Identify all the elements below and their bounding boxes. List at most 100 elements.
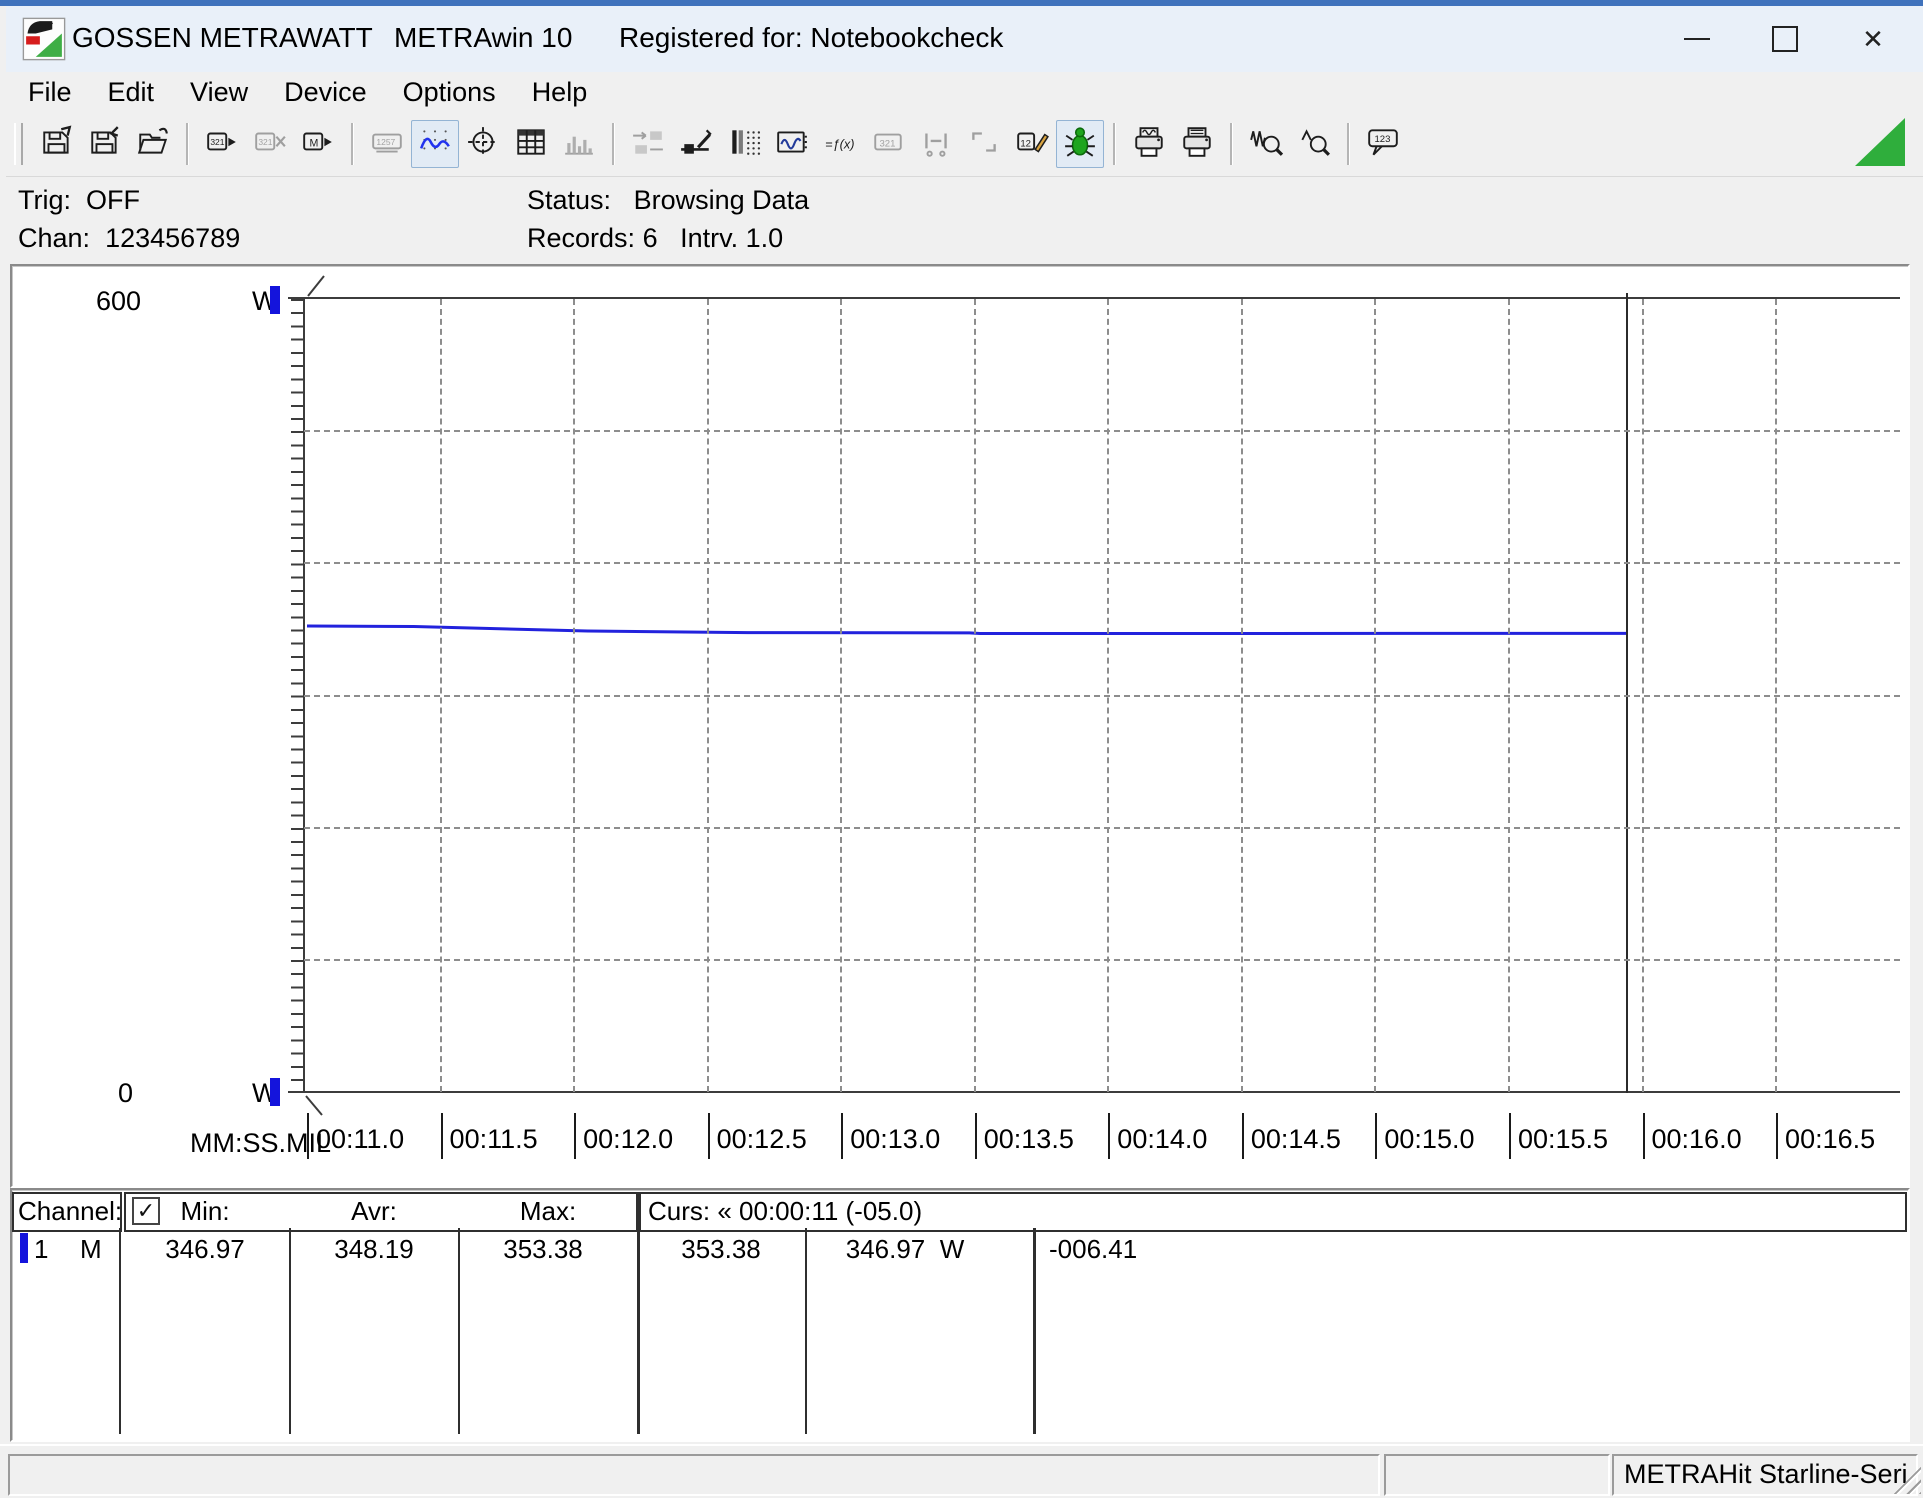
toolbar-gripper[interactable]: [14, 123, 23, 165]
channel-number-cell: 1: [34, 1234, 48, 1265]
device-m-out-icon: M: [301, 125, 335, 164]
debug-bug-icon: [1063, 125, 1097, 164]
toolbar-button-range-1: [912, 120, 960, 168]
toolbar-button-edit-12[interactable]: 12: [1008, 120, 1056, 168]
pan-fit-icon: [631, 125, 665, 164]
close-button[interactable]: ✕: [1829, 6, 1917, 72]
close-icon: ✕: [1862, 24, 1884, 55]
toolbar-button-print-graph[interactable]: [1125, 120, 1173, 168]
table-grid-line-thick: [637, 1228, 640, 1434]
cursor-column-header: Curs: « 00:00:11 (-05.0): [648, 1196, 922, 1227]
x-axis-unit-label: MM:SS.MIL: [190, 1128, 331, 1159]
max-column-header: Max:: [520, 1196, 576, 1227]
status-pane-device: METRAHit Starline-Seri: [1612, 1454, 1918, 1496]
maximize-button[interactable]: [1741, 6, 1829, 72]
cursor-line[interactable]: [1626, 293, 1628, 1093]
horizontal-gridline: [304, 959, 1900, 961]
plot-top-border: [288, 297, 1900, 299]
histogram-icon: [562, 125, 596, 164]
channel-color-bar: [20, 1233, 28, 1263]
toolbar-button-floppy-in[interactable]: [81, 120, 129, 168]
y-min-label: 0: [118, 1078, 133, 1109]
x-tick-mark: [708, 1113, 710, 1159]
device-321-out-icon: 321: [205, 125, 239, 164]
device-name-text: METRAHit Starline-Seri: [1624, 1459, 1908, 1490]
toolbar-button-scope-wave[interactable]: [768, 120, 816, 168]
toolbar-button-pan-fit: [624, 120, 672, 168]
toolbar-button-data-table[interactable]: [507, 120, 555, 168]
app-logo-icon: [22, 17, 66, 61]
checkmark-icon: ✓: [137, 1198, 155, 1224]
status-bar: METRAHit Starline-Seri: [0, 1444, 1923, 1498]
range-1-icon: [919, 125, 953, 164]
status-pane-main: [8, 1454, 1380, 1496]
formula-fx-icon: =ƒ(x): [823, 125, 857, 164]
status-pane-mid: [1384, 1454, 1610, 1496]
toolbar-button-connect-probe[interactable]: [672, 120, 720, 168]
x-tick-label: 00:14.5: [1251, 1124, 1341, 1155]
toolbar-button-histogram: [555, 120, 603, 168]
x-tick-mark: [307, 1113, 309, 1159]
resize-corner-triangle-icon: [1855, 118, 1905, 166]
toolbar-button-formula-fx[interactable]: =ƒ(x): [816, 120, 864, 168]
range-2-icon: [967, 125, 1001, 164]
max-value-cell: 353.38: [503, 1234, 583, 1265]
x-tick-label: 00:12.5: [717, 1124, 807, 1155]
menu-item-device[interactable]: Device: [282, 75, 369, 110]
toolbar: 321321M1257=ƒ(x)32112123: [6, 112, 1923, 177]
toolbar-separator: [1347, 123, 1350, 165]
x-tick-mark: [574, 1113, 576, 1159]
horizontal-gridline: [304, 562, 1900, 564]
menu-item-edit[interactable]: Edit: [106, 75, 157, 110]
toolbar-button-floppy-out[interactable]: [33, 120, 81, 168]
toolbar-button-device-321-out[interactable]: 321: [198, 120, 246, 168]
toolbar-button-device-m-out[interactable]: M: [294, 120, 342, 168]
toolbar-button-zoom-caret[interactable]: [1290, 120, 1338, 168]
chan-label: Chan: 123456789: [18, 223, 240, 254]
toolbar-button-bars-config[interactable]: [720, 120, 768, 168]
chart-crosshair-icon: [466, 125, 500, 164]
x-tick-mark: [1375, 1113, 1377, 1159]
horizontal-gridline: [304, 695, 1900, 697]
menu-bar: File Edit View Device Options Help: [6, 72, 1923, 112]
table-grid-line-thick: [1033, 1228, 1036, 1434]
x-tick-label: 00:15.5: [1518, 1124, 1608, 1155]
menu-item-view[interactable]: View: [188, 75, 250, 110]
cursor-diff-cell: -006.41: [1049, 1234, 1137, 1265]
toolbar-button-debug-bug[interactable]: [1056, 120, 1104, 168]
toolbar-button-print-list[interactable]: [1173, 120, 1221, 168]
toolbar-button-chart-curve[interactable]: [411, 120, 459, 168]
x-tick-label: 00:13.5: [984, 1124, 1074, 1155]
minimize-icon: [1684, 38, 1710, 41]
floppy-out-icon: [40, 125, 74, 164]
toolbar-separator: [351, 123, 354, 165]
comment-123-icon: 123: [1366, 125, 1400, 164]
connect-probe-icon: [679, 125, 713, 164]
bars-config-icon: [727, 125, 761, 164]
menu-item-options[interactable]: Options: [401, 75, 498, 110]
svg-text:1257: 1257: [376, 137, 395, 147]
cursor-b-value-cell: 346.97 W: [846, 1234, 965, 1265]
metrawin-window: GOSSEN METRAWATT METRAwin 10 Registered …: [0, 0, 1923, 1498]
toolbar-button-chart-crosshair[interactable]: [459, 120, 507, 168]
svg-text:321: 321: [210, 137, 224, 147]
menu-item-file[interactable]: File: [26, 75, 74, 110]
data-table-icon: [514, 125, 548, 164]
toolbar-button-comment-123[interactable]: 123: [1359, 120, 1407, 168]
toolbar-button-zoom-wave[interactable]: [1242, 120, 1290, 168]
toolbar-button-folder-open[interactable]: [129, 120, 177, 168]
x-tick-label: 00:12.0: [583, 1124, 673, 1155]
table-grid-line: [289, 1228, 291, 1434]
toolbar-button-display-1257: 1257: [363, 120, 411, 168]
app-vendor-title: GOSSEN METRAWATT: [72, 22, 373, 54]
minimize-button[interactable]: [1653, 6, 1741, 72]
menu-item-help[interactable]: Help: [530, 75, 590, 110]
x-tick-label: 00:16.0: [1652, 1124, 1742, 1155]
channel-marker-bottom: [270, 1078, 280, 1106]
svg-text:M: M: [310, 137, 319, 149]
min-value-cell: 346.97: [165, 1234, 245, 1265]
x-tick-mark: [1643, 1113, 1645, 1159]
x-tick-mark: [1509, 1113, 1511, 1159]
channel-visibility-checkbox[interactable]: ✓: [132, 1197, 160, 1225]
num-321-icon: 321: [871, 125, 905, 164]
